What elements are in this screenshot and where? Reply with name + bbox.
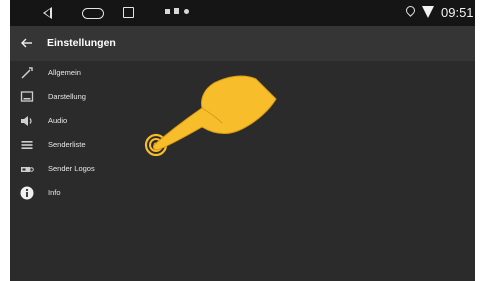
status-bar: 09:51 xyxy=(10,0,475,26)
info-icon xyxy=(20,186,34,200)
media-icon xyxy=(184,9,189,14)
wifi-icon xyxy=(422,6,434,18)
menu-item-label: Senderliste xyxy=(48,140,86,149)
clock: 09:51 xyxy=(441,5,474,20)
menu-item-label: Darstellung xyxy=(48,92,86,101)
radio-logo-icon xyxy=(21,167,34,172)
back-icon[interactable] xyxy=(43,7,52,19)
display-icon xyxy=(20,91,34,102)
list-icon xyxy=(21,141,33,149)
battery-icon xyxy=(174,8,179,14)
menu-item-info[interactable]: Info xyxy=(10,181,475,206)
location-icon xyxy=(404,4,417,17)
menu-item-label: Sender Logos xyxy=(48,164,95,173)
page-title: Einstellungen xyxy=(47,37,116,49)
menu-item-label: Audio xyxy=(48,116,68,125)
wrench-icon xyxy=(21,67,33,79)
toolbar: Einstellungen xyxy=(10,26,475,61)
menu-item-label: Allgemein xyxy=(48,68,81,77)
arrow-left-icon[interactable] xyxy=(20,36,34,50)
pointing-hand-icon xyxy=(144,75,277,157)
home-icon[interactable] xyxy=(82,8,104,19)
screen: 09:51 Einstellungen Allgemein Darstellun… xyxy=(10,0,475,281)
speaker-icon xyxy=(21,116,32,126)
recent-apps-icon[interactable] xyxy=(123,7,134,18)
notification-icon xyxy=(165,9,170,14)
menu-item-label: Info xyxy=(48,188,61,197)
